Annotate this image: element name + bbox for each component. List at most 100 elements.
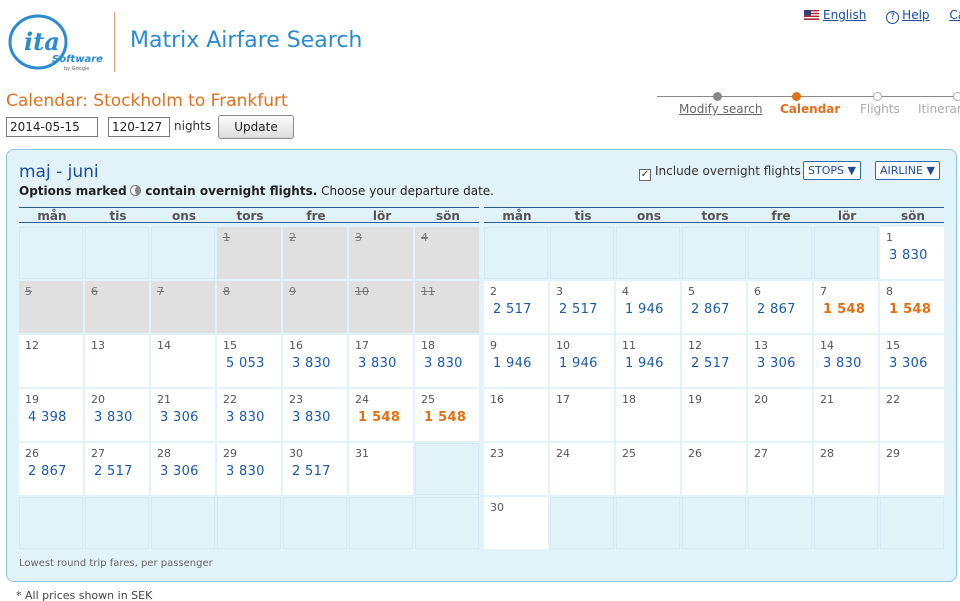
fare-day-cell[interactable]: 30 2 517 (283, 443, 347, 495)
airline-dropdown[interactable]: AIRLINE ▼ (875, 161, 940, 180)
fare-price[interactable]: 4 398 (28, 410, 67, 425)
fare-price[interactable]: 2 517 (94, 464, 133, 479)
fare-day-cell[interactable]: 4 1 946 (616, 281, 680, 333)
fare-day-cell[interactable]: 28 3 306 (151, 443, 215, 495)
fare-day-cell[interactable]: 6 2 867 (748, 281, 812, 333)
day-number: 29 (886, 447, 900, 460)
lowest-fare-price[interactable]: 1 548 (424, 410, 466, 425)
fare-price[interactable]: 3 830 (823, 356, 862, 371)
fare-day-cell[interactable]: 15 3 306 (880, 335, 944, 387)
fare-day-cell[interactable]: 23 3 830 (283, 389, 347, 441)
weekday-label: mån (502, 209, 532, 223)
fare-price[interactable]: 3 306 (889, 356, 928, 371)
fare-day-cell[interactable]: 27 2 517 (85, 443, 149, 495)
nights-input[interactable] (108, 117, 170, 137)
fare-day-cell[interactable]: 2 2 517 (484, 281, 548, 333)
fare-price[interactable]: 2 517 (559, 302, 598, 317)
fare-day-cell[interactable]: 16 3 830 (283, 335, 347, 387)
fare-day-cell[interactable]: 5 2 867 (682, 281, 746, 333)
day-number: 28 (820, 447, 834, 460)
fare-day-cell[interactable]: 15 5 053 (217, 335, 281, 387)
airline-label: AIRLINE (880, 164, 923, 177)
fare-price[interactable]: 1 946 (625, 356, 664, 371)
fare-price[interactable]: 1 946 (559, 356, 598, 371)
departure-date-input[interactable] (6, 117, 98, 137)
fare-day-cell[interactable]: 1 3 830 (880, 227, 944, 279)
fare-price[interactable]: 3 830 (358, 356, 397, 371)
fare-price[interactable]: 2 867 (28, 464, 67, 479)
lowest-fare-price[interactable]: 1 548 (358, 410, 400, 425)
day-cell: 13 (85, 335, 149, 387)
fare-day-cell[interactable]: 7 1 548 (814, 281, 878, 333)
fare-price[interactable]: 3 306 (757, 356, 796, 371)
fare-day-cell[interactable]: 24 1 548 (349, 389, 413, 441)
fare-day-cell[interactable]: 29 3 830 (217, 443, 281, 495)
empty-day-cell (682, 227, 746, 279)
fare-price[interactable]: 2 867 (691, 302, 730, 317)
day-number: 3 (556, 285, 563, 298)
cart-link-text[interactable]: Ca (949, 8, 960, 22)
day-number: 19 (25, 393, 39, 406)
fare-day-cell[interactable]: 25 1 548 (415, 389, 479, 441)
fare-price[interactable]: 2 867 (757, 302, 796, 317)
fare-day-cell[interactable]: 22 3 830 (217, 389, 281, 441)
fare-price[interactable]: 2 517 (691, 356, 730, 371)
ita-software-logo[interactable]: ita Software by Google (6, 10, 104, 74)
fare-day-cell[interactable]: 19 4 398 (19, 389, 83, 441)
lowest-fare-price[interactable]: 1 548 (823, 302, 865, 317)
day-number: 9 (289, 285, 296, 298)
help-link[interactable]: ? Help (886, 8, 933, 24)
fare-day-cell[interactable]: 20 3 830 (85, 389, 149, 441)
cart-link[interactable]: Ca (949, 8, 960, 22)
fare-day-cell[interactable]: 3 2 517 (550, 281, 614, 333)
day-number: 2 (490, 285, 497, 298)
past-day-cell: 1 (217, 227, 281, 279)
fare-price[interactable]: 3 830 (424, 356, 463, 371)
step-modify-search[interactable]: Modify search (679, 102, 762, 116)
fare-price[interactable]: 1 946 (493, 356, 532, 371)
fare-price[interactable]: 2 517 (493, 302, 532, 317)
help-link-text[interactable]: Help (902, 8, 929, 22)
fare-day-cell[interactable]: 12 2 517 (682, 335, 746, 387)
overnight-checkbox[interactable]: ✓ (639, 169, 651, 181)
weekday-header: mån tis ons tors fre lör sön (484, 207, 944, 223)
fare-price[interactable]: 3 830 (226, 410, 265, 425)
day-number: 22 (886, 393, 900, 406)
fare-price[interactable]: 2 517 (292, 464, 331, 479)
fare-day-cell[interactable]: 18 3 830 (415, 335, 479, 387)
fare-price[interactable]: 3 306 (160, 464, 199, 479)
currency-note: * All prices shown in SEK (16, 589, 153, 601)
day-number: 15 (886, 339, 900, 352)
fare-day-cell[interactable]: 13 3 306 (748, 335, 812, 387)
fare-day-cell[interactable]: 14 3 830 (814, 335, 878, 387)
lowest-fare-price[interactable]: 1 548 (889, 302, 931, 317)
day-number: 7 (157, 285, 164, 298)
language-link-text[interactable]: English (823, 8, 866, 22)
day-number: 21 (157, 393, 171, 406)
language-link[interactable]: English (804, 8, 870, 22)
empty-day-cell (415, 497, 479, 549)
fare-day-cell[interactable]: 10 1 946 (550, 335, 614, 387)
include-overnight-toggle[interactable]: ✓ Include overnight flights (639, 164, 801, 181)
fare-day-cell[interactable]: 11 1 946 (616, 335, 680, 387)
fare-day-cell[interactable]: 9 1 946 (484, 335, 548, 387)
update-button[interactable]: Update (218, 115, 294, 139)
day-cell: 21 (814, 389, 878, 441)
fare-day-cell[interactable]: 26 2 867 (19, 443, 83, 495)
fare-price[interactable]: 3 830 (226, 464, 265, 479)
weekday-label: fre (306, 209, 326, 223)
stops-dropdown[interactable]: STOPS ▼ (803, 161, 861, 180)
day-number: 14 (157, 339, 171, 352)
fare-day-cell[interactable]: 8 1 548 (880, 281, 944, 333)
empty-day-cell (550, 227, 614, 279)
fare-price[interactable]: 5 053 (226, 356, 265, 371)
fare-price[interactable]: 3 830 (889, 248, 928, 263)
fare-price[interactable]: 3 306 (160, 410, 199, 425)
fare-day-cell[interactable]: 17 3 830 (349, 335, 413, 387)
fare-price[interactable]: 3 830 (94, 410, 133, 425)
fare-price[interactable]: 3 830 (292, 410, 331, 425)
calendar-panel: maj - juni Options marked contain overni… (6, 149, 957, 582)
fare-price[interactable]: 3 830 (292, 356, 331, 371)
fare-price[interactable]: 1 946 (625, 302, 664, 317)
fare-day-cell[interactable]: 21 3 306 (151, 389, 215, 441)
